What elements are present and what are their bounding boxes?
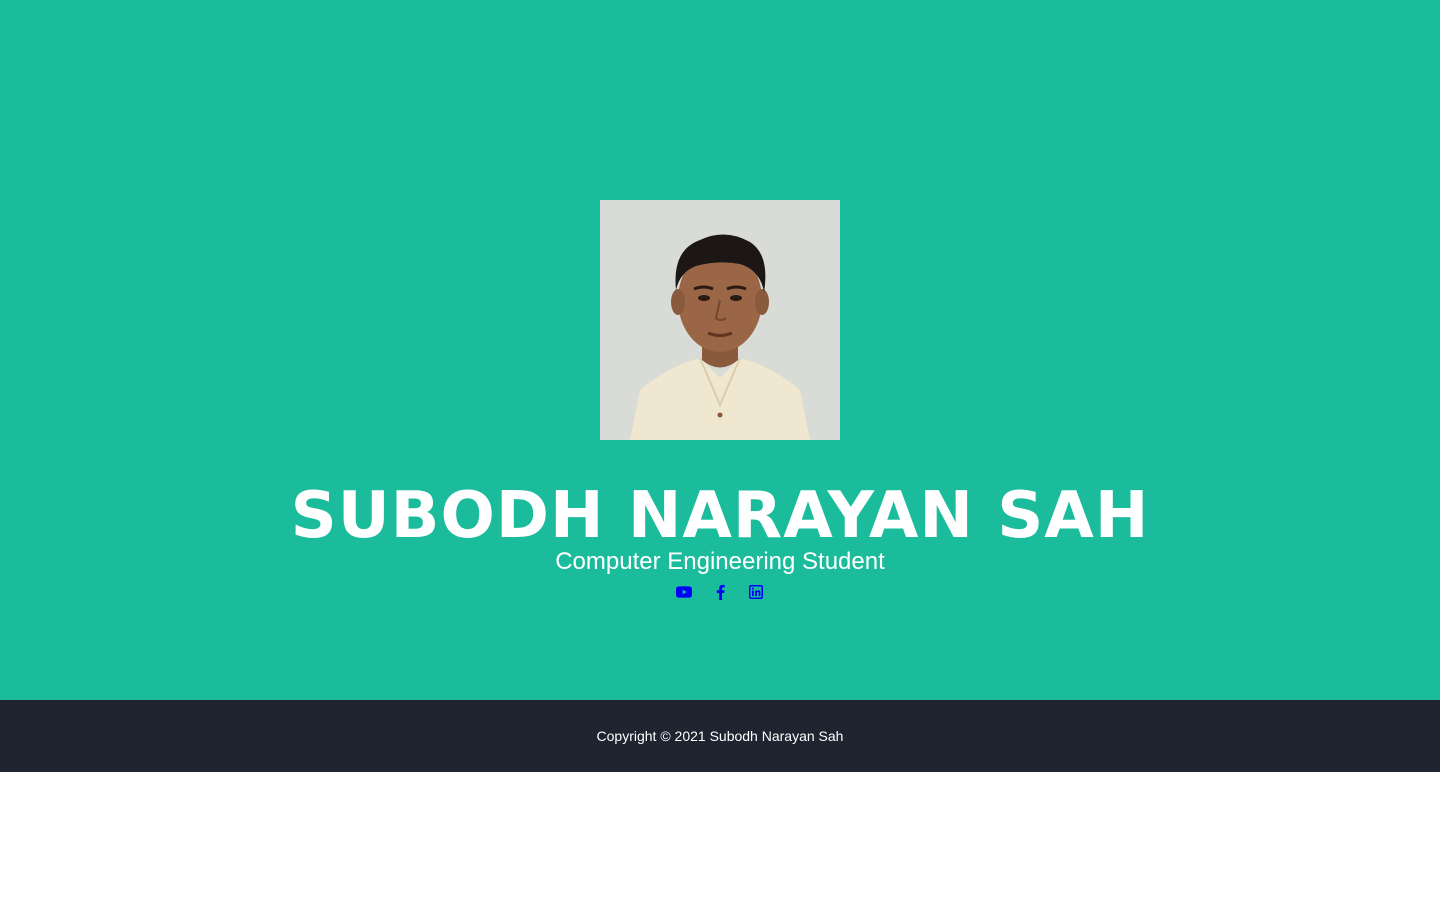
avatar: [600, 200, 840, 440]
youtube-icon: [676, 586, 692, 598]
facebook-link[interactable]: [712, 583, 728, 601]
masthead: SUBODH NARAYAN SAH Computer Engineering …: [0, 0, 1440, 700]
linkedin-icon: [749, 585, 763, 599]
social-links: [0, 582, 1440, 602]
subtitle: Computer Engineering Student: [555, 548, 885, 575]
facebook-icon: [716, 584, 725, 600]
linkedin-link[interactable]: [748, 583, 764, 601]
profile-photo: [600, 200, 840, 440]
footer: Copyright © 2021 Subodh Narayan Sah: [0, 700, 1440, 772]
youtube-link[interactable]: [676, 583, 692, 601]
copyright-text: Copyright © 2021 Subodh Narayan Sah: [596, 728, 844, 744]
page-title: SUBODH NARAYAN SAH: [290, 479, 1150, 553]
